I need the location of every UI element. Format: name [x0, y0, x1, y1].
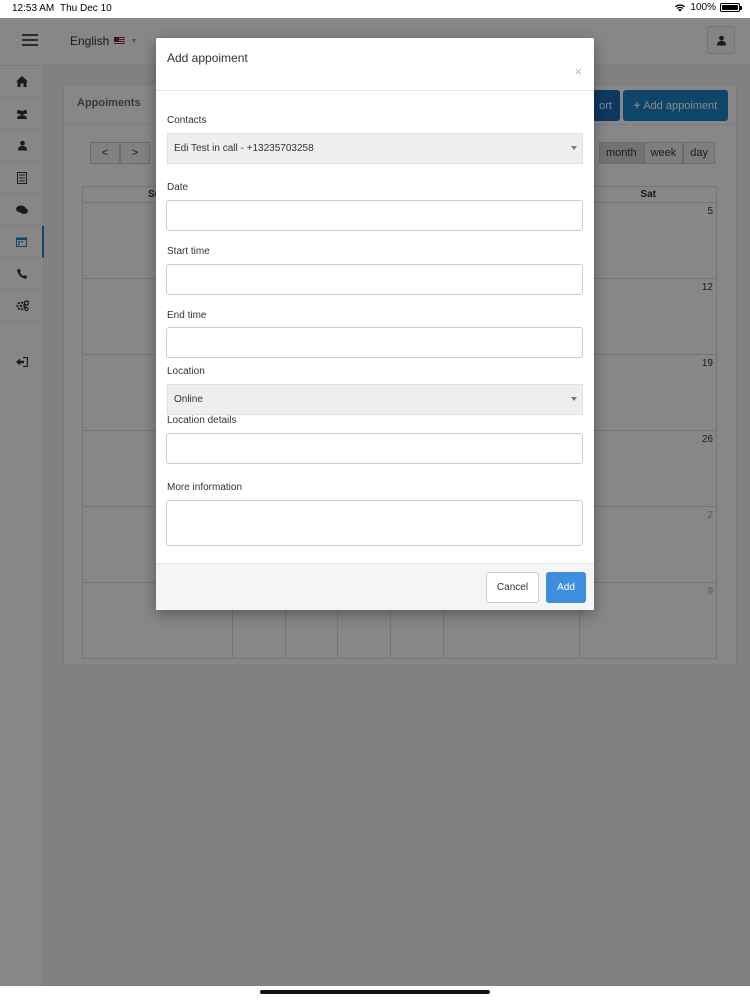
modal-title: Add appoiment — [167, 51, 248, 65]
status-right: 100% — [674, 2, 742, 13]
add-button[interactable]: Add — [546, 572, 586, 603]
start-time-label: Start time — [167, 246, 210, 257]
battery-percent: 100% — [690, 2, 716, 13]
chevron-down-icon — [571, 397, 577, 401]
add-appointment-modal: Add appoiment × Contacts Edi Test in cal… — [156, 38, 594, 610]
end-time-input[interactable] — [166, 327, 583, 358]
contacts-label: Contacts — [167, 115, 207, 126]
location-details-label: Location details — [167, 415, 237, 426]
close-icon[interactable]: × — [574, 65, 582, 78]
location-value: Online — [174, 394, 203, 405]
home-indicator[interactable] — [260, 990, 490, 994]
more-info-label: More information — [167, 482, 243, 493]
modal-footer: Cancel Add — [156, 563, 594, 610]
date-input[interactable] — [166, 200, 583, 231]
more-info-textarea[interactable] — [166, 500, 583, 546]
location-select[interactable]: Online — [167, 384, 583, 415]
contacts-select[interactable]: Edi Test in call - +13235703258 — [167, 133, 583, 164]
status-bar: 12:53 AM Thu Dec 10 100% — [0, 0, 750, 18]
battery-icon — [720, 3, 742, 12]
cancel-button[interactable]: Cancel — [486, 572, 539, 603]
end-time-label: End time — [167, 310, 207, 321]
wifi-icon — [675, 4, 686, 12]
date-label: Date — [167, 182, 189, 193]
start-time-input[interactable] — [166, 264, 583, 295]
status-time: 12:53 AM — [12, 3, 55, 14]
chevron-down-icon — [571, 146, 577, 150]
status-date: Thu Dec 10 — [60, 3, 112, 14]
modal-header: Add appoiment × — [156, 38, 594, 91]
location-label: Location — [167, 366, 205, 377]
location-details-input[interactable] — [166, 433, 583, 464]
contacts-value: Edi Test in call - +13235703258 — [174, 143, 314, 154]
